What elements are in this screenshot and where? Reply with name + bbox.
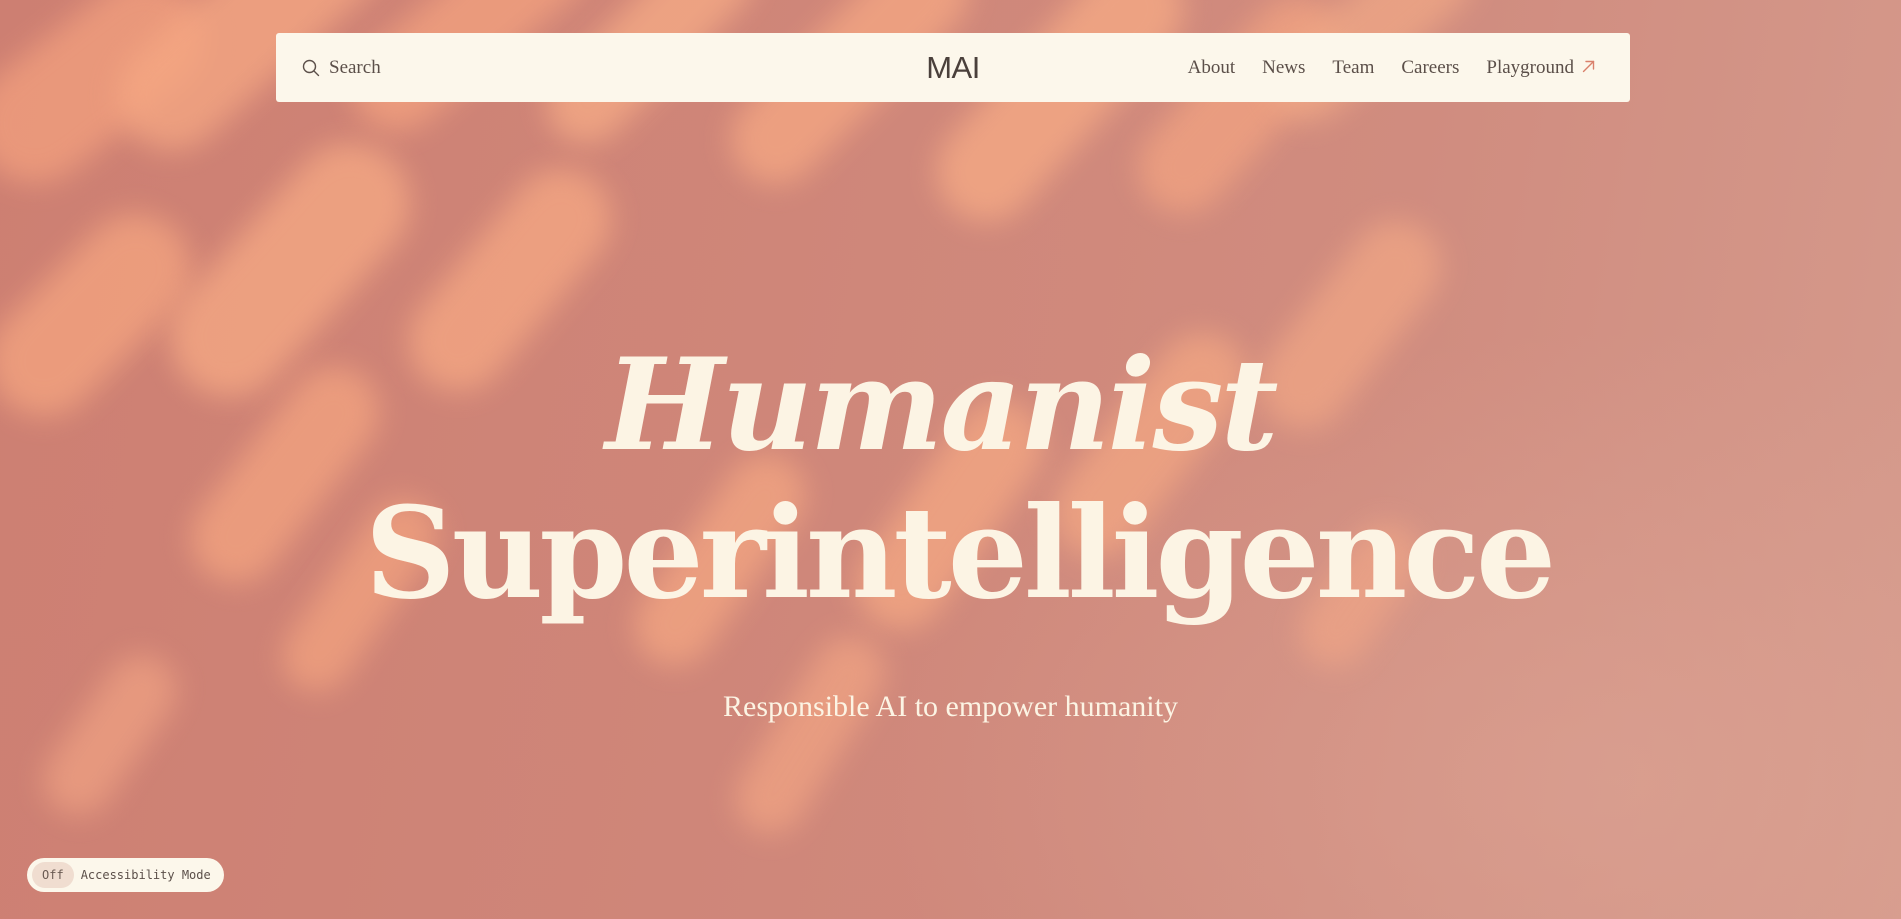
site-logo[interactable]: MAI bbox=[926, 33, 980, 102]
nav-link-team[interactable]: Team bbox=[1332, 57, 1374, 79]
hero-heading-line1: Humanist bbox=[605, 331, 1278, 479]
nav-link-playground[interactable]: Playground bbox=[1486, 57, 1595, 79]
arrow-up-right-icon bbox=[1582, 57, 1595, 79]
nav-link-careers[interactable]: Careers bbox=[1401, 57, 1459, 79]
nav-link-news-label: News bbox=[1262, 56, 1306, 78]
top-navigation: Search MAI About News Team Careers Playg… bbox=[276, 33, 1630, 102]
hero-tagline: Responsible AI to empower humanity bbox=[723, 690, 1178, 723]
hero-heading-line2: Superintelligence bbox=[364, 479, 1556, 627]
nav-link-playground-label: Playground bbox=[1486, 56, 1574, 78]
nav-links: About News Team Careers Playground bbox=[1188, 33, 1595, 102]
search-button[interactable]: Search bbox=[302, 33, 381, 102]
nav-link-team-label: Team bbox=[1332, 56, 1375, 78]
nav-link-about-label: About bbox=[1187, 56, 1236, 78]
nav-link-about[interactable]: About bbox=[1188, 57, 1236, 79]
accessibility-mode-toggle[interactable]: Off Accessibility Mode bbox=[27, 858, 224, 892]
search-label: Search bbox=[329, 56, 381, 78]
search-icon bbox=[302, 59, 320, 77]
accessibility-mode-state: Off bbox=[32, 862, 74, 888]
nav-link-news[interactable]: News bbox=[1262, 57, 1305, 79]
accessibility-mode-label: Accessibility Mode bbox=[80, 868, 211, 882]
nav-link-careers-label: Careers bbox=[1401, 56, 1460, 78]
